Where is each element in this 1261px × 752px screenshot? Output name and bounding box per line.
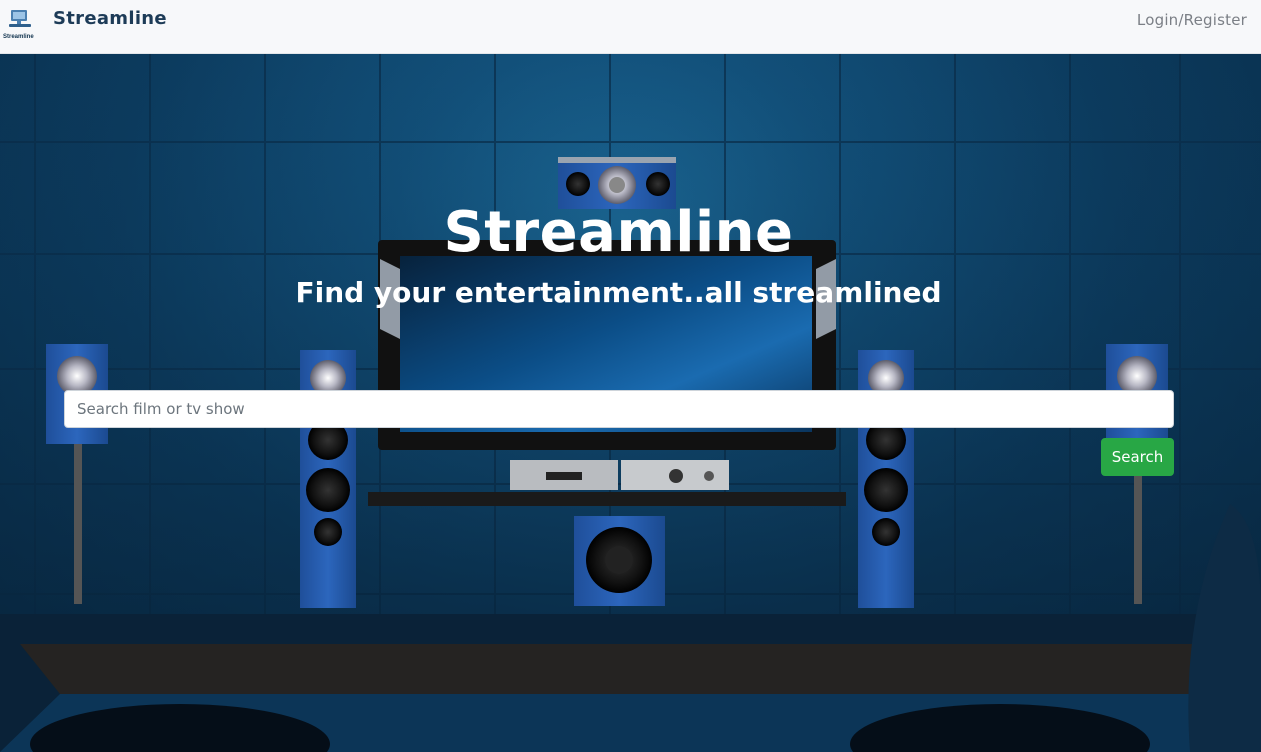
search-input[interactable] [64,390,1174,428]
logo-text: Streamline [3,34,34,40]
logo[interactable]: Streamline [3,8,37,40]
hero-section: Streamline Find your entertainment..all … [0,54,1261,752]
computer-monitor-icon [9,10,31,27]
brand-title[interactable]: Streamline [53,8,167,29]
hero-subtitle: Find your entertainment..all streamlined [295,276,942,309]
navbar: Streamline Streamline Login/Register [0,0,1261,54]
hero-title: Streamline [443,200,794,265]
search-button[interactable]: Search [1101,438,1174,476]
login-register-link[interactable]: Login/Register [1137,11,1247,29]
